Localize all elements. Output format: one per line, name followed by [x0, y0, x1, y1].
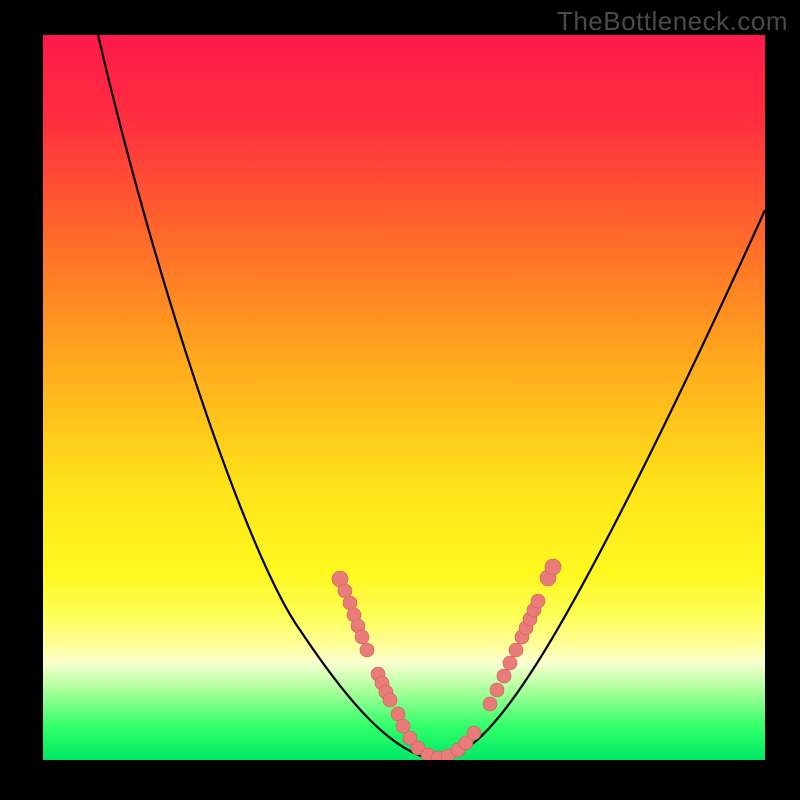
curve-marker — [509, 643, 523, 657]
curve-marker — [531, 594, 545, 608]
watermark-label: TheBottleneck.com — [557, 6, 788, 37]
curve-marker — [383, 693, 397, 707]
curve-marker — [467, 726, 481, 740]
bottleneck-chart — [0, 0, 800, 800]
curve-marker — [483, 697, 497, 711]
plot-background — [43, 35, 765, 760]
curve-marker — [503, 656, 517, 670]
curve-marker — [360, 643, 374, 657]
chart-frame: TheBottleneck.com — [0, 0, 800, 800]
curve-marker — [545, 559, 561, 575]
curve-marker — [497, 669, 511, 683]
curve-marker — [396, 719, 410, 733]
curve-marker — [490, 683, 504, 697]
curve-marker — [355, 630, 369, 644]
